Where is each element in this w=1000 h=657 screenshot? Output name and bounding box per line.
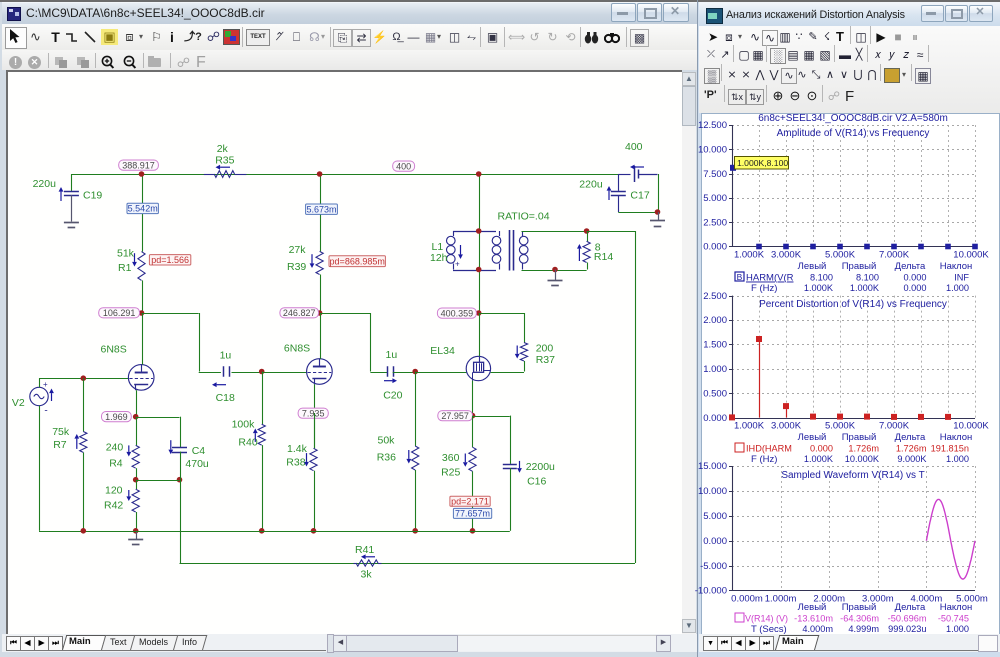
svg-text:1.000: 1.000	[946, 454, 969, 464]
svg-text:4.999m: 4.999m	[848, 624, 879, 634]
svg-text:7.000K: 7.000K	[879, 421, 910, 432]
svg-text:T (Secs): T (Secs)	[751, 624, 787, 635]
svg-text:5.000: 5.000	[703, 193, 727, 204]
svg-text:Наклон: Наклон	[940, 432, 973, 443]
svg-text:Дельта: Дельта	[895, 261, 926, 272]
svg-text:0.000: 0.000	[810, 444, 833, 454]
svg-text:-50.696m: -50.696m	[888, 614, 927, 624]
svg-text:-50.745: -50.745	[938, 614, 969, 624]
svg-text:F (Hz): F (Hz)	[751, 283, 777, 294]
svg-text:Левый: Левый	[798, 602, 827, 613]
svg-text:8.100: 8.100	[856, 273, 879, 283]
svg-text:5.000K: 5.000K	[825, 250, 856, 261]
svg-text:V(R14) (V): V(R14) (V)	[745, 614, 788, 624]
svg-text:0.000: 0.000	[904, 273, 927, 283]
svg-text:Левый: Левый	[798, 261, 827, 272]
svg-text:2.000: 2.000	[703, 315, 727, 326]
svg-text:1.000: 1.000	[946, 624, 969, 634]
svg-text:0.000: 0.000	[703, 413, 727, 424]
svg-text:Правый: Правый	[842, 261, 877, 272]
svg-text:1.726m: 1.726m	[848, 444, 879, 454]
svg-text:Правый: Правый	[842, 602, 877, 613]
svg-text:IHD(HARM: IHD(HARM	[746, 444, 792, 454]
svg-text:1.000K: 1.000K	[804, 454, 834, 464]
svg-text:Наклон: Наклон	[940, 602, 973, 613]
svg-text:Дельта: Дельта	[895, 432, 926, 443]
svg-text:5.000K: 5.000K	[825, 421, 856, 432]
svg-text:10.000K: 10.000K	[953, 250, 989, 261]
svg-text:3.000K: 3.000K	[771, 250, 802, 261]
svg-text:191.815n: 191.815n	[931, 444, 969, 454]
svg-text:F (Hz): F (Hz)	[751, 454, 777, 465]
svg-text:10.000: 10.000	[698, 486, 727, 497]
svg-text:7.500: 7.500	[703, 169, 727, 180]
svg-text:1.000K: 1.000K	[804, 283, 834, 293]
svg-text:-64.306m: -64.306m	[840, 614, 879, 624]
svg-text:-5.000: -5.000	[700, 561, 727, 572]
svg-text:1.000K: 1.000K	[734, 421, 765, 432]
svg-text:Левый: Левый	[798, 432, 827, 443]
svg-text:1.726m: 1.726m	[896, 444, 927, 454]
svg-text:INF: INF	[954, 273, 969, 283]
svg-text:1.000K: 1.000K	[734, 250, 765, 261]
svg-text:5.000: 5.000	[703, 511, 727, 522]
svg-text:Sampled Waveform V(R14) vs T: Sampled Waveform V(R14) vs T	[781, 470, 924, 481]
svg-text:10.000K: 10.000K	[953, 421, 989, 432]
svg-text:8.100: 8.100	[810, 273, 833, 283]
svg-text:1.000: 1.000	[703, 364, 727, 375]
svg-text:Дельта: Дельта	[895, 602, 926, 613]
svg-text:0.000: 0.000	[703, 242, 727, 253]
svg-text:Percent Distortion of V(R14) v: Percent Distortion of V(R14) vs Frequenc…	[759, 299, 947, 310]
svg-text:Правый: Правый	[842, 432, 877, 443]
svg-text:2.500: 2.500	[703, 291, 727, 302]
svg-text:0.000m: 0.000m	[731, 594, 763, 605]
svg-text:999.023u: 999.023u	[888, 624, 926, 634]
svg-text:3.000K: 3.000K	[771, 421, 802, 432]
svg-text:-10.000: -10.000	[695, 586, 727, 597]
svg-text:4.000m: 4.000m	[802, 624, 833, 634]
svg-text:12.500: 12.500	[698, 120, 727, 131]
svg-text:HARM(V(R: HARM(V(R	[746, 273, 794, 284]
svg-text:10.000: 10.000	[698, 145, 727, 156]
svg-text:Наклон: Наклон	[940, 261, 973, 272]
svg-text:9.000K: 9.000K	[897, 454, 927, 464]
svg-text:1.500: 1.500	[703, 340, 727, 351]
svg-text:1.000: 1.000	[946, 283, 969, 293]
svg-text:15.000: 15.000	[698, 461, 727, 472]
svg-text:-13.610m: -13.610m	[794, 614, 833, 624]
svg-text:10.000K: 10.000K	[845, 454, 880, 464]
svg-text:Amplitude of V(R14) vs Frequen: Amplitude of V(R14) vs Frequency	[777, 128, 930, 139]
svg-text:0.000: 0.000	[904, 283, 927, 293]
svg-text:1.000K,8.100: 1.000K,8.100	[737, 158, 788, 168]
svg-text:1.000K: 1.000K	[850, 283, 880, 293]
svg-text:B: B	[737, 272, 743, 282]
svg-text:1.000m: 1.000m	[765, 594, 797, 605]
svg-text:0.000: 0.000	[703, 536, 727, 547]
svg-text:0.500: 0.500	[703, 388, 727, 399]
svg-text:6n8c+SEEL34!_OOOC8dB.cir V2.A=: 6n8c+SEEL34!_OOOC8dB.cir V2.A=580m	[758, 113, 948, 124]
svg-text:7.000K: 7.000K	[879, 250, 910, 261]
svg-text:2.500: 2.500	[703, 217, 727, 228]
